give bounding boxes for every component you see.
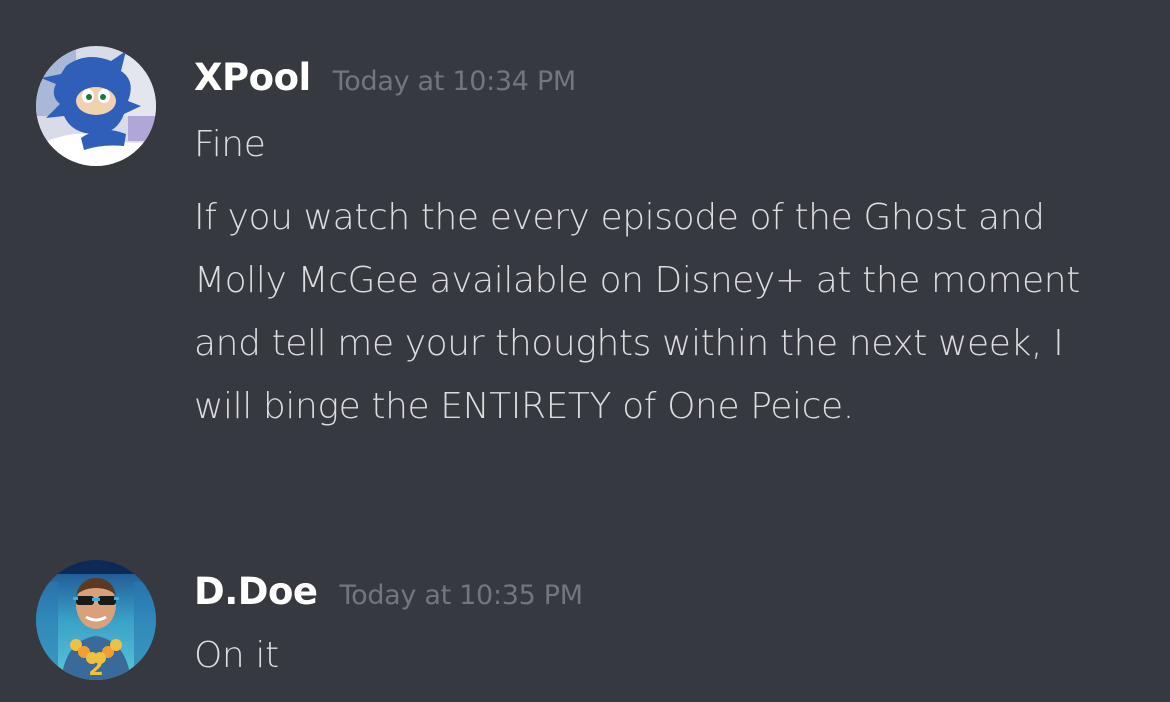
sonic-avatar-icon	[36, 46, 156, 166]
timestamp: Today at 10:34 PM	[332, 66, 577, 97]
message-text: If you watch the every episode of the Gh…	[194, 197, 1080, 427]
svg-text:2: 2	[88, 656, 103, 680]
message-header: XPool Today at 10:34 PM	[194, 56, 576, 106]
ddoe-avatar[interactable]: 2	[36, 560, 156, 680]
username[interactable]: D.Doe	[194, 570, 318, 613]
message-text: Fine	[194, 124, 266, 165]
message-header: D.Doe Today at 10:35 PM	[194, 570, 583, 620]
xpool-avatar[interactable]	[36, 46, 156, 166]
username[interactable]: XPool	[194, 56, 311, 99]
movie-poster-avatar-icon: 2	[36, 560, 156, 680]
timestamp: Today at 10:35 PM	[339, 580, 584, 611]
message-text: On it	[194, 635, 279, 676]
